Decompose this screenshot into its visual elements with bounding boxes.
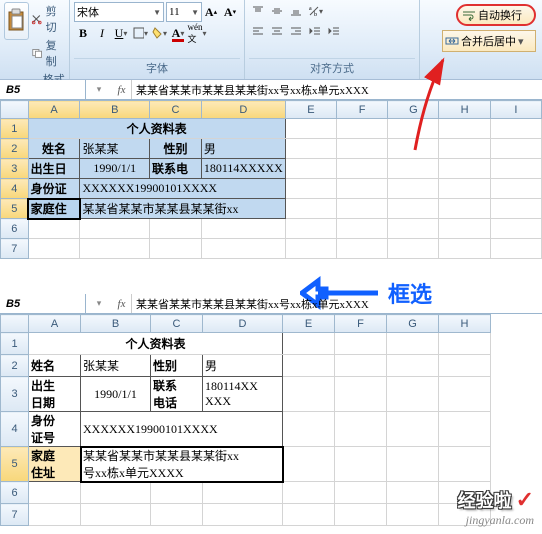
- align-right-button[interactable]: [287, 22, 305, 40]
- alignment-label: 对齐方式: [249, 58, 415, 77]
- cell[interactable]: XXXXXX19900101XXXX: [80, 179, 285, 199]
- copy-button[interactable]: 复制: [31, 36, 65, 70]
- wrap-text-button[interactable]: 自动换行: [456, 4, 536, 26]
- cell[interactable]: 身份证: [28, 179, 80, 199]
- cell[interactable]: 联系 电话: [151, 377, 203, 412]
- check-icon: ✓: [516, 487, 534, 512]
- underline-button[interactable]: U▾: [112, 24, 130, 42]
- name-box-row: B5 ▾ fx 某某省某某市某某县某某街xx号xx栋x单元xXXX: [0, 80, 542, 100]
- spreadsheet-before: B5 ▾ fx 某某省某某市某某县某某街xx号xx栋x单元xXXX ABCDEF…: [0, 80, 542, 259]
- cell[interactable]: 180114XXXXX: [201, 159, 285, 179]
- italic-button[interactable]: I: [93, 24, 111, 42]
- chevron-down-icon: ▼: [153, 8, 161, 17]
- svg-text:a: a: [309, 6, 312, 12]
- cell-title[interactable]: 个人资料表: [29, 333, 283, 355]
- merge-center-button[interactable]: 合并后居中▾: [442, 30, 536, 52]
- font-color-button[interactable]: A▾: [169, 24, 187, 42]
- align-middle-button[interactable]: [268, 2, 286, 20]
- cell[interactable]: 姓名: [29, 355, 81, 377]
- cell[interactable]: 张某某: [80, 139, 150, 159]
- cell[interactable]: 家庭住: [28, 199, 80, 219]
- cell[interactable]: 性别: [151, 355, 203, 377]
- cell[interactable]: 男: [201, 139, 285, 159]
- cell[interactable]: 联系电: [150, 159, 202, 179]
- font-size-selector[interactable]: 11▼: [166, 2, 202, 22]
- paste-button[interactable]: [4, 2, 29, 40]
- cell[interactable]: 1990/1/1: [81, 377, 151, 412]
- phonetic-button[interactable]: wén文▾: [188, 24, 206, 42]
- cell[interactable]: 1990/1/1: [80, 159, 150, 179]
- svg-text:b: b: [314, 12, 317, 18]
- cell[interactable]: 出生日: [28, 159, 80, 179]
- cell[interactable]: XXXXXX19900101XXXX: [81, 412, 283, 447]
- name-box[interactable]: B5: [0, 294, 86, 313]
- formula-bar[interactable]: 某某省某某市某某县某某街xx号xx栋x单元xXXX: [132, 82, 542, 98]
- decrease-indent-button[interactable]: [306, 22, 324, 40]
- ribbon: 剪切 复制 格式刷 粘贴 剪贴板 宋体▼ 11▼ A▴ A▾ B I U▾ ▾ …: [0, 0, 542, 80]
- align-center-button[interactable]: [268, 22, 286, 40]
- cell[interactable]: 男: [203, 355, 283, 377]
- border-button[interactable]: ▾: [131, 24, 149, 42]
- font-name-selector[interactable]: 宋体▼: [74, 2, 164, 22]
- active-cell[interactable]: 某某省某某市某某县某某街xx: [80, 199, 285, 219]
- name-box-row: B5 ▾ fx 某某省某某市某某县某某街xx号xx栋x单元xXXX: [0, 294, 542, 314]
- fx-icon[interactable]: fx: [112, 80, 132, 99]
- align-left-button[interactable]: [249, 22, 267, 40]
- clipboard-group: 剪切 复制 格式刷 粘贴 剪贴板: [0, 0, 70, 79]
- active-cell[interactable]: 某某省某某市某某县某某街xx 号xx栋x单元XXXX: [81, 447, 283, 482]
- orientation-button[interactable]: ab▾: [306, 2, 324, 20]
- font-label: 字体: [74, 58, 240, 77]
- increase-indent-button[interactable]: [325, 22, 343, 40]
- cut-button[interactable]: 剪切: [31, 2, 65, 36]
- formula-bar[interactable]: 某某省某某市某某县某某街xx号xx栋x单元xXXX: [132, 296, 542, 312]
- fx-icon[interactable]: fx: [112, 294, 132, 313]
- cell[interactable]: 性别: [150, 139, 202, 159]
- alignment-group: ab▾ 对齐方式: [245, 0, 420, 79]
- fill-color-button[interactable]: ▾: [150, 24, 168, 42]
- cell[interactable]: 姓名: [28, 139, 80, 159]
- cell[interactable]: 身份 证号: [29, 412, 81, 447]
- font-group: 宋体▼ 11▼ A▴ A▾ B I U▾ ▾ ▾ A▾ wén文▾ 字体: [70, 0, 245, 79]
- grid[interactable]: ABCDEFGHI 1个人资料表 2 姓名 张某某 性别 男 3 出生日 199…: [0, 100, 542, 259]
- name-box[interactable]: B5: [0, 80, 86, 99]
- bold-button[interactable]: B: [74, 24, 92, 42]
- align-top-button[interactable]: [249, 2, 267, 20]
- grow-font-button[interactable]: A▴: [202, 3, 220, 21]
- cell[interactable]: 180114XX XXX: [203, 377, 283, 412]
- shrink-font-button[interactable]: A▾: [221, 3, 239, 21]
- align-bottom-button[interactable]: [287, 2, 305, 20]
- cell-title[interactable]: 个人资料表: [28, 119, 285, 139]
- cell[interactable]: 张某某: [81, 355, 151, 377]
- grid[interactable]: ABCDEFGH 1个人资料表 2 姓名 张某某 性别 男 3 出生 日期 19…: [0, 314, 491, 526]
- chevron-down-icon: ▼: [191, 8, 199, 17]
- cell[interactable]: 家庭 住址: [29, 447, 81, 482]
- watermark: 经验啦✓ jingyanla.com: [458, 487, 534, 528]
- cell[interactable]: 出生 日期: [29, 377, 81, 412]
